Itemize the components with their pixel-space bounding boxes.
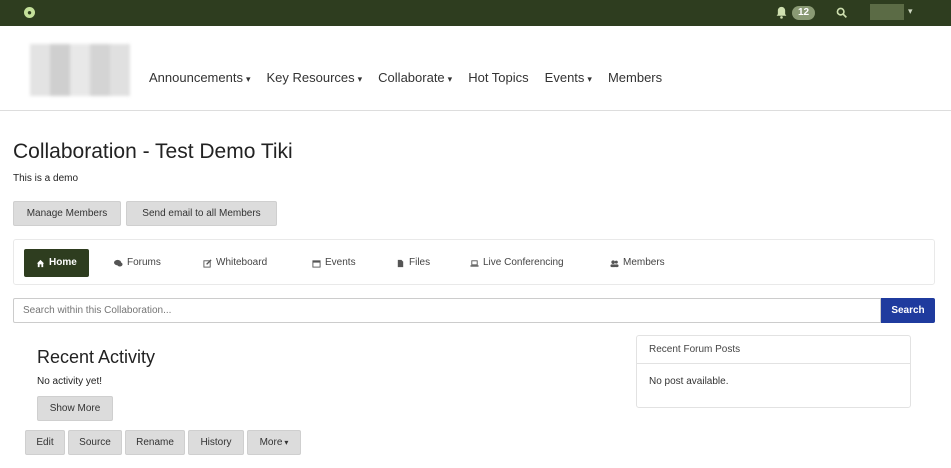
chevron-down-icon: ▾: [284, 438, 289, 447]
bell-icon[interactable]: [775, 6, 788, 19]
laptop-icon: [470, 259, 479, 267]
search-button[interactable]: Search: [881, 298, 935, 323]
collaboration-tabs: Home Forums Whiteboard Events Files Live…: [13, 239, 935, 285]
search-input[interactable]: [13, 298, 881, 323]
file-icon: [397, 259, 404, 267]
recent-activity-empty: No activity yet!: [37, 376, 103, 387]
users-icon: [610, 259, 619, 267]
chevron-down-icon[interactable]: ▾: [908, 6, 913, 17]
tab-home[interactable]: Home: [24, 249, 89, 277]
calendar-icon: [312, 259, 321, 268]
panel-empty-text: No post available.: [649, 376, 729, 387]
tab-members[interactable]: Members: [610, 249, 665, 277]
site-logo[interactable]: [30, 44, 130, 96]
nav-item-collaborate[interactable]: Collaborate ▾: [378, 70, 452, 85]
page-subtitle: This is a demo: [13, 173, 79, 184]
recent-activity-heading: Recent Activity: [37, 347, 156, 367]
page-title: Collaboration - Test Demo Tiki: [13, 140, 293, 163]
show-more-button[interactable]: Show More: [37, 396, 113, 421]
nav-item-key-resources[interactable]: Key Resources ▾: [266, 70, 362, 85]
source-button[interactable]: Source: [68, 430, 122, 455]
nav-item-hot-topics[interactable]: Hot Topics: [468, 70, 528, 85]
main-nav: Announcements ▾ Key Resources ▾ Collaborat…: [149, 70, 662, 85]
history-button[interactable]: History: [188, 430, 244, 455]
panel-heading: Recent Forum Posts: [637, 336, 910, 364]
send-email-button[interactable]: Send email to all Members: [126, 201, 277, 226]
more-button[interactable]: More ▾: [247, 430, 301, 455]
tab-forums[interactable]: Forums: [114, 249, 161, 277]
recent-forum-posts-panel: Recent Forum Posts No post available.: [636, 335, 911, 408]
nav-item-events[interactable]: Events ▾: [545, 70, 592, 85]
comments-icon: [114, 259, 123, 266]
tab-whiteboard[interactable]: Whiteboard: [203, 249, 267, 277]
nav-item-announcements[interactable]: Announcements ▾: [149, 70, 250, 85]
search-icon[interactable]: [835, 6, 848, 19]
site-header: Announcements ▾ Key Resources ▾ Collaborat…: [0, 26, 951, 111]
top-bar: ● 12 ▾: [0, 0, 951, 26]
nav-item-members[interactable]: Members: [608, 70, 662, 85]
tab-live-conferencing[interactable]: Live Conferencing: [470, 249, 564, 277]
user-menu[interactable]: [870, 4, 904, 20]
home-icon[interactable]: ●: [24, 7, 35, 18]
home-icon: [36, 259, 45, 267]
rename-button[interactable]: Rename: [125, 430, 185, 455]
edit-icon: [203, 258, 212, 268]
tab-events[interactable]: Events: [312, 249, 356, 277]
edit-button[interactable]: Edit: [25, 430, 65, 455]
manage-members-button[interactable]: Manage Members: [13, 201, 121, 226]
notification-badge[interactable]: 12: [792, 6, 816, 20]
more-button-label: More: [259, 437, 283, 448]
tab-files[interactable]: Files: [396, 249, 430, 277]
